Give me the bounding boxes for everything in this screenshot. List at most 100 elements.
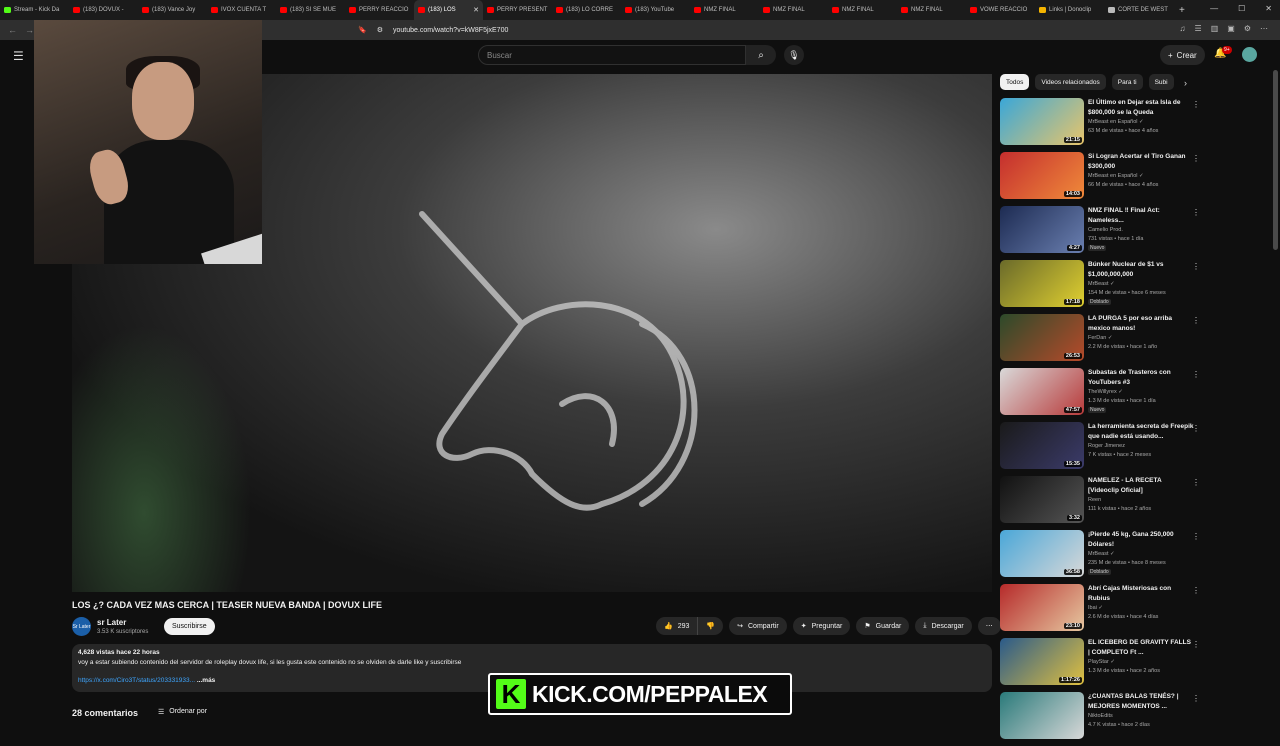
video-thumbnail[interactable]: 1:17:26 (1000, 638, 1084, 685)
more-vert-icon[interactable]: ⋮ (1192, 478, 1200, 487)
chevron-right-icon[interactable]: › (1184, 78, 1187, 88)
more-vert-icon[interactable]: ⋮ (1192, 586, 1200, 595)
browser-tab[interactable]: PERRY PRESENT (483, 0, 552, 20)
more-vert-icon[interactable]: ⋮ (1192, 694, 1200, 703)
more-vert-icon[interactable]: ⋮ (1192, 370, 1200, 379)
bookmarks-icon[interactable]: ☰ (1195, 24, 1202, 33)
description-link[interactable]: https://x.com/Ciro3T/status/203331933... (78, 677, 195, 684)
browser-tab[interactable]: IVOX CUENTA T (207, 0, 276, 20)
browser-tab[interactable]: (183) SI SE MUE (276, 0, 345, 20)
video-title[interactable]: Subastas de Trasteros con YouTubers #3 (1088, 368, 1194, 388)
more-vert-icon[interactable]: ⋮ (1192, 316, 1200, 325)
menu-icon[interactable]: ⋯ (1260, 24, 1268, 33)
share-button[interactable]: ↪ Compartir (729, 617, 787, 635)
video-title[interactable]: ¿CUANTAS BALAS TENÉS? | MEJORES MOMENTOS… (1088, 692, 1194, 712)
sidebar-icon[interactable]: ▥ (1211, 24, 1219, 33)
more-vert-icon[interactable]: ⋮ (1192, 532, 1200, 541)
video-channel[interactable]: Camelio Prod. (1088, 226, 1194, 235)
show-more-link[interactable]: ...más (197, 677, 215, 684)
video-thumbnail[interactable]: 17:18 (1000, 260, 1084, 307)
more-vert-icon[interactable]: ⋮ (1192, 262, 1200, 271)
search-input[interactable]: Buscar (478, 45, 746, 65)
dislike-button[interactable]: 👎 (698, 617, 724, 635)
video-title[interactable]: EL ICEBERG DE GRAVITY FALLS | COMPLETO F… (1088, 638, 1194, 658)
video-title[interactable]: Si Logran Acertar el Tiro Ganan $300,000 (1088, 152, 1194, 172)
ask-button[interactable]: ✦ Preguntar (792, 617, 851, 635)
filter-chip[interactable]: Todos (1000, 74, 1030, 90)
video-channel[interactable]: TheWillyrex ✓ (1088, 388, 1194, 397)
recommended-video[interactable]: 15:35 La herramienta secreta de Freepik q… (1000, 422, 1208, 476)
video-channel[interactable]: MrBeast ✓ (1088, 280, 1194, 289)
create-button[interactable]: + Crear (1160, 45, 1205, 65)
video-thumbnail[interactable]: 26:53 (1000, 314, 1084, 361)
video-thumbnail[interactable]: 21:15 (1000, 98, 1084, 145)
more-vert-icon[interactable]: ⋮ (1192, 100, 1200, 109)
browser-tab[interactable]: (183) Vance Joy (138, 0, 207, 20)
maximize-icon[interactable]: ☐ (1238, 4, 1245, 13)
browser-tab[interactable]: NMZ FINAL (690, 0, 759, 20)
video-title[interactable]: LA PURGA 5 por eso arriba mexico manos! (1088, 314, 1194, 334)
extensions-icon[interactable]: ⚙ (1244, 24, 1251, 33)
browser-tab[interactable]: NMZ FINAL (897, 0, 966, 20)
browser-tab[interactable]: PERRY REACCIO (345, 0, 414, 20)
filter-chip[interactable]: Subi (1148, 74, 1174, 90)
url-field[interactable]: 🔖 ⚙ youtube.com/watch?v=kW8F5jxE700 (350, 22, 910, 38)
recommended-video[interactable]: ¿CUANTAS BALAS TENÉS? | MEJORES MOMENTOS… (1000, 692, 1208, 746)
video-thumbnail[interactable]: 36:58 (1000, 530, 1084, 577)
video-title[interactable]: La herramienta secreta de Freepik que na… (1088, 422, 1194, 442)
recommended-video[interactable]: 47:57 Subastas de Trasteros con YouTubers… (1000, 368, 1208, 422)
video-thumbnail[interactable]: 23:10 (1000, 584, 1084, 631)
recommended-video[interactable]: 21:15 El Último en Dejar esta Isla de $80… (1000, 98, 1208, 152)
recommended-video[interactable]: 26:53 LA PURGA 5 por eso arriba mexico ma… (1000, 314, 1208, 368)
video-thumbnail[interactable]: 47:57 (1000, 368, 1084, 415)
account-avatar[interactable] (1242, 47, 1257, 62)
more-vert-icon[interactable]: ⋮ (1192, 208, 1200, 217)
channel-avatar[interactable]: Sr Later (72, 617, 91, 636)
bookmark-icon[interactable]: 🔖 (358, 26, 367, 34)
more-vert-icon[interactable]: ⋮ (1192, 640, 1200, 649)
close-window-icon[interactable]: ✕ (1265, 4, 1272, 13)
video-channel[interactable]: Ibai ✓ (1088, 604, 1194, 613)
video-channel[interactable]: MrBeast ✓ (1088, 550, 1194, 559)
site-info-icon[interactable]: ⚙ (377, 26, 383, 34)
sort-comments-button[interactable]: ☰ Ordenar por (158, 708, 207, 716)
browser-tab[interactable]: NMZ FINAL (828, 0, 897, 20)
video-title[interactable]: NMZ FINAL ‼ Final Act: Nameless... (1088, 206, 1194, 226)
minimize-icon[interactable]: — (1210, 4, 1218, 13)
hamburger-menu-icon[interactable]: ☰ (13, 49, 24, 63)
filter-chip[interactable]: Para ti (1111, 74, 1143, 90)
browser-tab[interactable]: (183) YouTube (621, 0, 690, 20)
recommended-video[interactable]: 36:58 ¡Pierde 45 kg, Gana 250,000 Dólares… (1000, 530, 1208, 584)
page-scrollbar[interactable] (1273, 70, 1278, 250)
recommended-video[interactable]: 14:03 Si Logran Acertar el Tiro Ganan $30… (1000, 152, 1208, 206)
filter-chip[interactable]: Videos relacionados (1035, 74, 1106, 90)
browser-tab[interactable]: Stream - Kick Da (0, 0, 69, 20)
video-title[interactable]: Abrí Cajas Misteriosas con Rubius (1088, 584, 1194, 604)
video-title[interactable]: El Último en Dejar esta Isla de $800,000… (1088, 98, 1194, 118)
browser-tab[interactable]: VOWE REACCIO (966, 0, 1035, 20)
screenshot-icon[interactable]: ▣ (1227, 24, 1235, 33)
back-icon[interactable]: ← (8, 25, 17, 35)
like-button[interactable]: 👍 293 (656, 617, 699, 635)
recommended-video[interactable]: 17:18 Búnker Nuclear de $1 vs $1,000,000,… (1000, 260, 1208, 314)
save-button[interactable]: ⚑ Guardar (856, 617, 910, 635)
forward-icon[interactable]: → (25, 25, 34, 35)
video-title[interactable]: ¡Pierde 45 kg, Gana 250,000 Dólares! (1088, 530, 1194, 550)
more-vert-icon[interactable]: ⋮ (1192, 424, 1200, 433)
recommended-video[interactable]: 23:10 Abrí Cajas Misteriosas con Rubius Ib… (1000, 584, 1208, 638)
browser-tab[interactable]: NMZ FINAL (759, 0, 828, 20)
recommended-video[interactable]: 3:32 NAMELEZ - LA RECETA [Videoclip Ofici… (1000, 476, 1208, 530)
video-thumbnail[interactable] (1000, 692, 1084, 739)
download-button[interactable]: ⤓ Descargar (915, 617, 972, 635)
video-channel[interactable]: FerDan ✓ (1088, 334, 1194, 343)
voice-search-button[interactable]: 🎙 (784, 45, 804, 65)
close-tab-icon[interactable]: ✕ (473, 6, 479, 14)
recommended-video[interactable]: 4:27 NMZ FINAL ‼ Final Act: Nameless... Ca… (1000, 206, 1208, 260)
more-vert-icon[interactable]: ⋮ (1192, 154, 1200, 163)
video-thumbnail[interactable]: 15:35 (1000, 422, 1084, 469)
recommended-video[interactable]: 1:17:26 EL ICEBERG DE GRAVITY FALLS | COM… (1000, 638, 1208, 692)
video-thumbnail[interactable]: 4:27 (1000, 206, 1084, 253)
search-button[interactable]: ⌕ (746, 45, 776, 65)
more-actions-button[interactable]: ⋯ (977, 617, 1001, 635)
browser-tab[interactable]: (183) LO CORRE (552, 0, 621, 20)
